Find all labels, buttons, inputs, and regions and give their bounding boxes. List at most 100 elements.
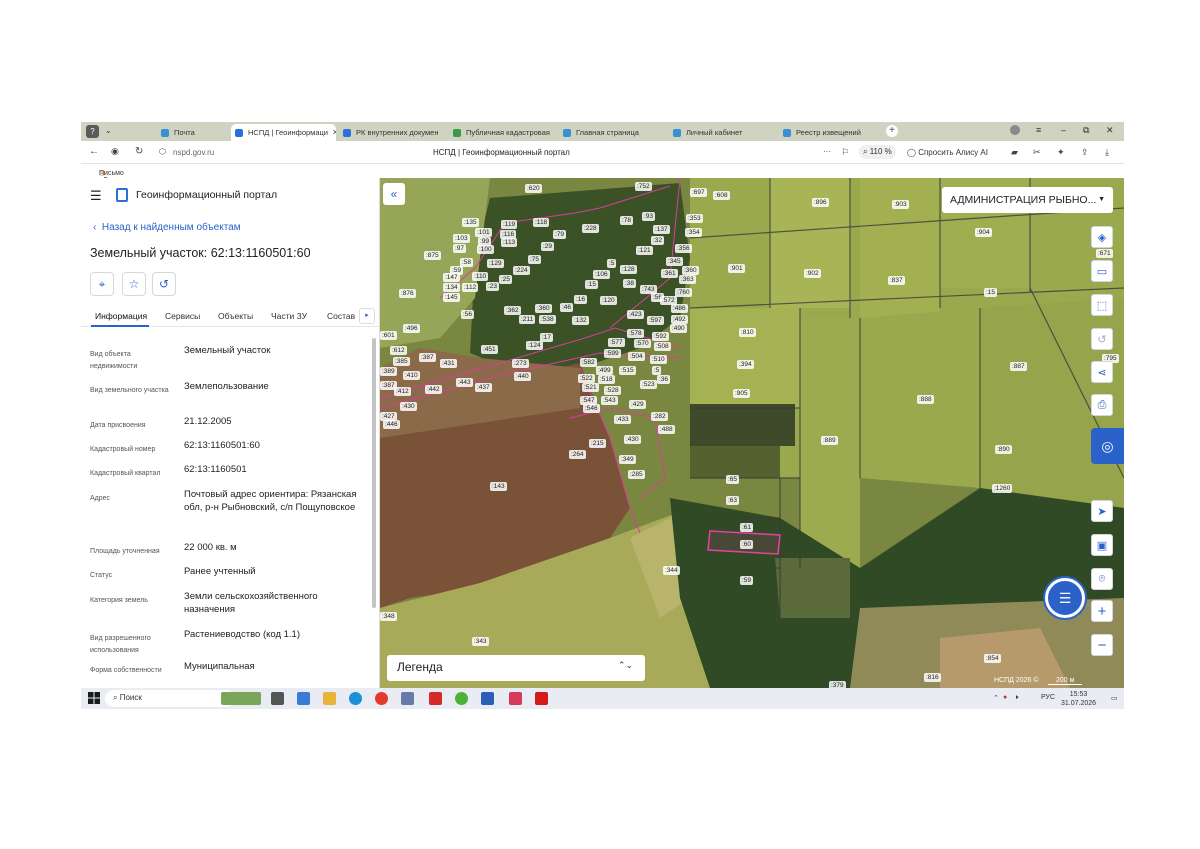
tabs-scroll-right-button[interactable]: ▸	[359, 308, 375, 324]
security-icon[interactable]: ◉	[111, 146, 119, 157]
parcel-label[interactable]: :697	[690, 188, 707, 197]
close-icon[interactable]: ✕	[1106, 125, 1114, 136]
parcel-label[interactable]: :508	[654, 342, 671, 351]
volume-icon[interactable]: 🕨	[1014, 694, 1018, 702]
parcel-label[interactable]: :515	[619, 366, 636, 375]
parcel-label[interactable]: :451	[481, 345, 498, 354]
parcel-label[interactable]: :518	[598, 375, 615, 384]
parcel-label[interactable]: :521	[582, 383, 599, 392]
parcel-label[interactable]: :343	[472, 637, 489, 646]
parcel-label[interactable]: :211	[519, 315, 536, 324]
parcel-label[interactable]: :361	[661, 269, 678, 278]
parcel-label[interactable]: :103	[453, 234, 470, 243]
parcel-label[interactable]: :490	[670, 324, 687, 333]
app-icon[interactable]	[429, 692, 442, 705]
alice-button[interactable]: ◯ Спросить Алису AI	[907, 148, 988, 157]
parcel-label[interactable]: :430	[624, 435, 641, 444]
assistant-button[interactable]: ◎	[1091, 428, 1124, 464]
parcel-label[interactable]: :442	[425, 385, 442, 394]
parcel-label[interactable]: :38	[623, 279, 637, 288]
parcel-label[interactable]: :363	[679, 275, 696, 284]
parcel-label[interactable]: :5	[607, 259, 617, 268]
parcel-label[interactable]: :121	[636, 246, 653, 255]
parcel-label[interactable]: :120	[600, 296, 617, 305]
parcel-label[interactable]: :608	[713, 191, 730, 200]
back-link[interactable]: ‹ Назад к найденным объектам	[93, 222, 241, 233]
parcel-label[interactable]: :112	[462, 283, 479, 292]
parcel-label[interactable]: :124	[526, 341, 543, 350]
parcel-label[interactable]: :61	[740, 523, 754, 532]
menu-icon[interactable]: ≡	[1036, 125, 1041, 135]
parcel-label[interactable]: :433	[614, 415, 631, 424]
browser-tab[interactable]: Реестр извещений	[779, 124, 885, 141]
parcel-label[interactable]: :492	[671, 315, 688, 324]
parcel-label[interactable]: :145	[443, 293, 460, 302]
parcel-label[interactable]: :344	[663, 566, 680, 575]
tab-composition[interactable]: Состав	[327, 311, 355, 321]
extension-icon[interactable]: ▰	[1011, 147, 1018, 158]
parcel-label[interactable]: :389	[380, 367, 397, 376]
browser-tab[interactable]: НСПД | Геоинформаци ✕	[231, 124, 336, 141]
parcel-label[interactable]: :671	[1096, 249, 1113, 258]
parcel-label[interactable]: :876	[399, 289, 416, 298]
taskbar-clock[interactable]: 15:53 31.07.2026	[1061, 690, 1096, 708]
find-location-button[interactable]: ⌾	[1091, 568, 1113, 590]
favorite-button[interactable]: ☆	[122, 272, 146, 296]
parcel-label[interactable]: :135	[462, 218, 479, 227]
parcel-label[interactable]: :888	[917, 395, 934, 404]
parcel-label[interactable]: :837	[888, 276, 905, 285]
parcel-label[interactable]: :118	[533, 218, 550, 227]
parcel-label[interactable]: :23	[486, 282, 500, 291]
browser-tab[interactable]: Личный кабинет	[669, 124, 775, 141]
tab-services[interactable]: Сервисы	[165, 311, 200, 321]
parcel-label[interactable]: :147	[443, 273, 460, 282]
tab-parts[interactable]: Части ЗУ	[271, 311, 307, 321]
yandex-browser-icon[interactable]	[375, 692, 388, 705]
parcel-label[interactable]: :345	[666, 257, 683, 266]
weather-widget[interactable]	[221, 692, 261, 705]
collapse-panel-button[interactable]: «	[383, 183, 405, 205]
parcel-label[interactable]: :538	[539, 315, 556, 324]
parcel-label[interactable]: :128	[620, 265, 637, 274]
zoom-level[interactable]: ⌕ 110 %	[859, 145, 896, 159]
parcel-label[interactable]: :887	[1010, 362, 1027, 371]
parcel-label[interactable]: :349	[619, 455, 636, 464]
panel-scrollbar[interactable]	[372, 338, 376, 608]
parcel-label[interactable]: :905	[733, 389, 750, 398]
layers-button[interactable]: ◈	[1091, 226, 1113, 248]
app-icon[interactable]	[509, 692, 522, 705]
parcel-label[interactable]: :612	[390, 346, 407, 355]
parcel-label[interactable]: :215	[589, 439, 606, 448]
parcel-label[interactable]: :354	[685, 228, 702, 237]
word-icon[interactable]	[481, 692, 494, 705]
bookmark-icon[interactable]: ⚐	[841, 147, 849, 158]
parcel-label[interactable]: :431	[440, 359, 457, 368]
share-map-button[interactable]: ⋖	[1091, 361, 1113, 383]
parcel-label[interactable]: :443	[456, 378, 473, 387]
parcel-label[interactable]: :143	[490, 482, 507, 491]
parcel-label[interactable]: :752	[635, 182, 652, 191]
parcel-label[interactable]: :504	[628, 352, 645, 361]
parcel-label[interactable]: :348	[380, 612, 397, 621]
parcel-label[interactable]: :543	[601, 396, 618, 405]
print-button[interactable]: ⎙	[1091, 394, 1113, 416]
parcel-label[interactable]: :379	[829, 681, 846, 688]
parcel-label[interactable]: :132	[572, 316, 589, 325]
parcel-label[interactable]: :362	[504, 306, 521, 315]
back-arrow-icon[interactable]: ←	[89, 146, 99, 157]
parcel-label[interactable]: :106	[593, 270, 610, 279]
parcel-label[interactable]: :528	[604, 386, 621, 395]
parcel-label[interactable]: :356	[675, 244, 692, 253]
zoom-out-button[interactable]: −	[1091, 634, 1113, 656]
parcel-label[interactable]: :510	[650, 355, 667, 364]
parcel-label[interactable]: :620	[525, 184, 542, 193]
download-icon[interactable]: ⤓	[1105, 147, 1109, 158]
chevron-down-icon[interactable]: ⌄	[105, 126, 112, 135]
parcel-label[interactable]: :353	[686, 214, 703, 223]
parcel-label[interactable]: :60	[740, 540, 754, 549]
parcel-label[interactable]: :394	[737, 360, 754, 369]
parcel-label[interactable]: :437	[475, 383, 492, 392]
parcel-label[interactable]: :488	[658, 425, 675, 434]
parcel-label[interactable]: :29	[541, 242, 555, 251]
ruler-button[interactable]: ▭	[1091, 260, 1113, 282]
